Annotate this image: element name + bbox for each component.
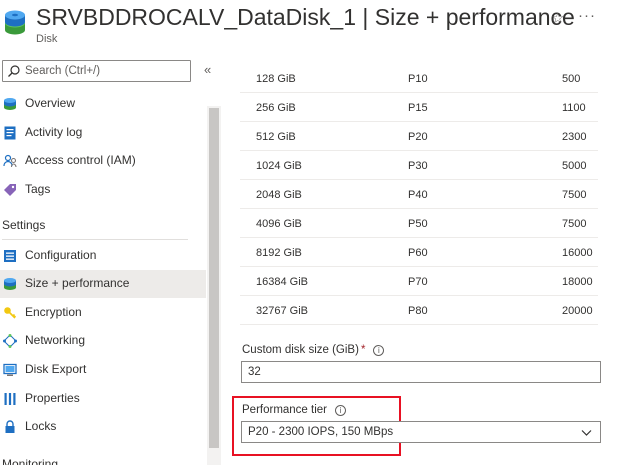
tier-cell: P15 (408, 102, 428, 114)
tier-cell: P20 (408, 131, 428, 143)
sidebar-item-activity-log[interactable]: Activity log (0, 119, 206, 147)
performance-tier-label: Performance tier i (242, 404, 347, 416)
blade-header: SRVBDDROCALV_DataDisk_1 | Size + perform… (0, 0, 622, 52)
chevron-down-icon (581, 430, 592, 436)
iops-cell: 7500 (562, 189, 587, 201)
tier-cell: P30 (408, 160, 428, 172)
network-icon (3, 334, 17, 348)
key-icon (4, 307, 17, 319)
table-row: 128 GiB P10 500 (240, 64, 598, 93)
search-icon (8, 65, 20, 77)
lock-icon (5, 420, 15, 433)
disk-size-cell: 16384 GiB (256, 276, 308, 288)
custom-disk-size-input[interactable] (241, 361, 601, 383)
iops-cell: 7500 (562, 218, 587, 230)
export-icon (3, 363, 17, 376)
sidebar-item-label: Properties (25, 391, 80, 405)
section-heading-settings: Settings (2, 218, 46, 232)
sidebar-item-label: Size + performance (25, 276, 130, 290)
iops-cell: 18000 (562, 276, 593, 288)
sidebar-item-label: Disk Export (25, 362, 87, 376)
iops-cell: 5000 (562, 160, 587, 172)
table-row: 16384 GiB P70 18000 (240, 267, 598, 296)
table-row: 4096 GiB P50 7500 (240, 209, 598, 238)
double-chevron-left-icon[interactable]: « (204, 62, 211, 77)
configuration-icon (4, 250, 16, 262)
table-row: 256 GiB P15 1100 (240, 93, 598, 122)
table-row: 2048 GiB P40 7500 (240, 180, 598, 209)
iops-cell: 16000 (562, 247, 593, 259)
disk-size-cell: 128 GiB (256, 73, 296, 85)
table-row: 32767 GiB P80 20000 (240, 296, 598, 325)
disk-size-cell: 256 GiB (256, 102, 296, 114)
tag-icon (4, 184, 16, 196)
star-icon[interactable]: ☆ (551, 9, 564, 27)
section-heading-monitoring: Monitoring (2, 457, 59, 465)
sidebar-item-networking[interactable]: Networking (0, 327, 206, 355)
performance-tier-dropdown[interactable]: P20 - 2300 IOPS, 150 MBps (241, 421, 601, 443)
info-icon[interactable]: i (335, 405, 347, 416)
people-icon (3, 154, 17, 168)
sidebar-item-label: Locks (25, 419, 57, 433)
iops-cell: 1100 (562, 102, 586, 114)
main-content: 128 GiB P10 500 256 GiB P15 1100 512 GiB P20 230… (222, 58, 622, 465)
search-box[interactable] (2, 60, 191, 82)
info-icon[interactable]: i (373, 345, 385, 356)
activity-log-icon (4, 126, 16, 140)
search-input[interactable] (25, 63, 185, 79)
section-divider (2, 239, 188, 240)
table-row: 8192 GiB P60 16000 (240, 238, 598, 267)
sidebar-item-size-performance[interactable]: Size + performance (0, 270, 206, 298)
iops-cell: 2300 (562, 131, 587, 143)
required-indicator: * (360, 344, 366, 356)
tier-cell: P70 (408, 276, 428, 288)
disk-size-cell: 1024 GiB (256, 160, 302, 172)
sidebar-item-label: Encryption (25, 305, 82, 319)
properties-icon (4, 393, 16, 405)
sidebar-item-locks[interactable]: Locks (0, 413, 206, 441)
sidebar-item-label: Configuration (25, 248, 97, 262)
more-icon[interactable]: ··· (578, 7, 596, 24)
tier-cell: P10 (408, 73, 428, 85)
iops-cell: 500 (562, 73, 581, 85)
custom-disk-size-label: Custom disk size (GiB) * i (242, 344, 385, 356)
sidebar-item-overview[interactable]: Overview (0, 90, 206, 118)
sidebar-item-label: Overview (25, 96, 76, 110)
resource-type-label: Disk (36, 33, 58, 45)
sidebar-item-tags[interactable]: Tags (0, 176, 206, 204)
sidebar-item-label: Access control (IAM) (25, 153, 136, 167)
sidebar-item-label: Activity log (25, 125, 83, 139)
disk-icon (5, 10, 25, 35)
disk-size-cell: 2048 GiB (256, 189, 302, 201)
tier-cell: P50 (408, 218, 428, 230)
table-row: 1024 GiB P30 5000 (240, 151, 598, 180)
sidebar-item-configuration[interactable]: Configuration (0, 242, 206, 270)
sidebar-item-access-control[interactable]: Access control (IAM) (0, 147, 206, 175)
sidebar: « Overview Activity log Access control (… (0, 58, 222, 465)
disk-size-cell: 32767 GiB (256, 305, 308, 317)
disk-size-cell: 512 GiB (256, 131, 296, 143)
sidebar-item-label: Networking (25, 333, 86, 347)
sidebar-item-label: Tags (25, 182, 51, 196)
sidebar-scrollbar-thumb[interactable] (209, 108, 219, 448)
disk-size-cell: 4096 GiB (256, 218, 302, 230)
disk-tier-table: 128 GiB P10 500 256 GiB P15 1100 512 GiB P20 230… (240, 64, 598, 325)
disk-icon (4, 278, 16, 290)
table-row: 512 GiB P20 2300 (240, 122, 598, 151)
sidebar-item-disk-export[interactable]: Disk Export (0, 356, 206, 384)
tier-cell: P80 (408, 305, 428, 317)
disk-icon (4, 98, 16, 110)
sidebar-item-encryption[interactable]: Encryption (0, 299, 206, 327)
iops-cell: 20000 (562, 305, 593, 317)
tier-cell: P40 (408, 189, 428, 201)
disk-size-cell: 8192 GiB (256, 247, 302, 259)
tier-cell: P60 (408, 247, 428, 259)
page-title: SRVBDDROCALV_DataDisk_1 | Size + perform… (36, 4, 575, 30)
performance-tier-selected-value: P20 - 2300 IOPS, 150 MBps (248, 426, 394, 438)
sidebar-item-properties[interactable]: Properties (0, 385, 206, 413)
